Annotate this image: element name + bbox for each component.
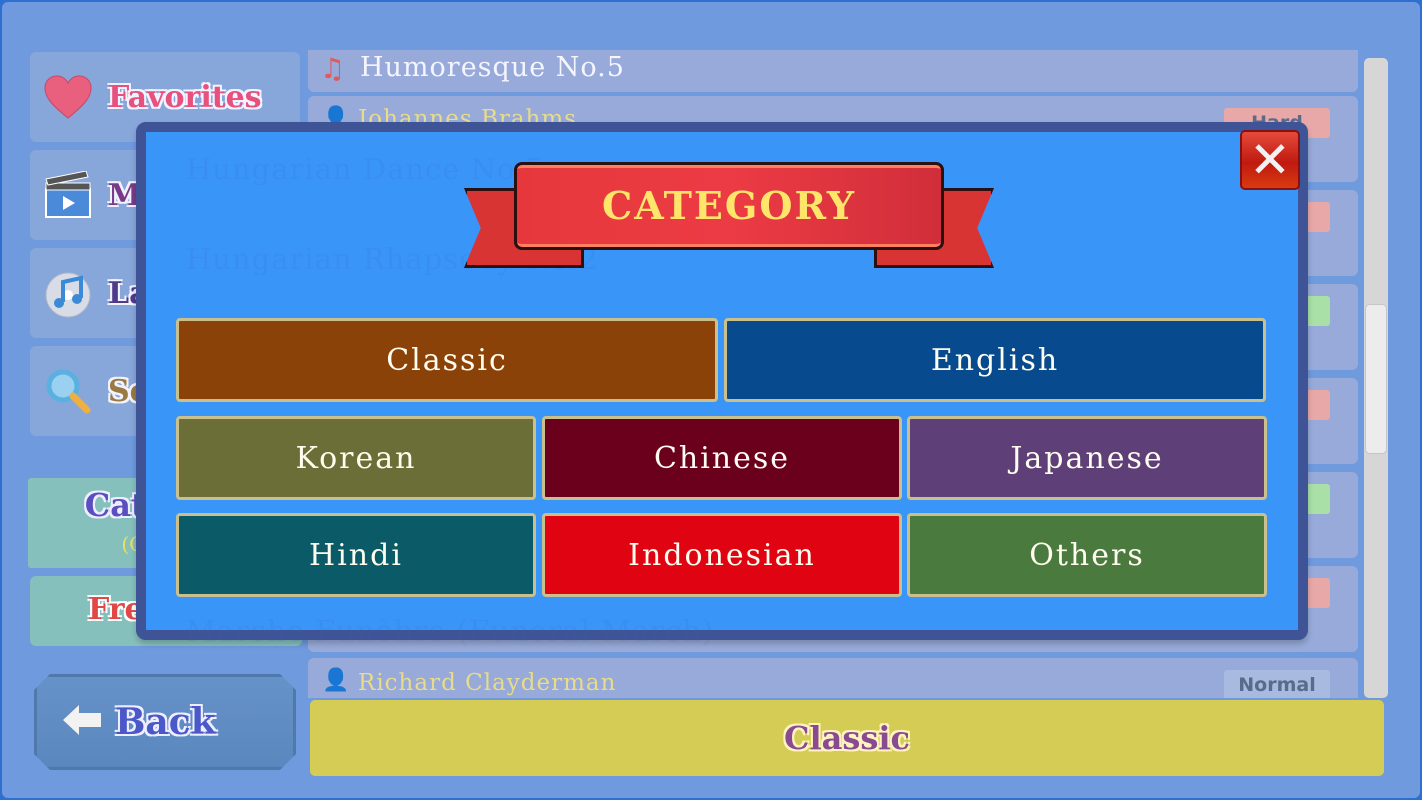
arrow-left-icon <box>63 703 103 741</box>
category-hindi-button[interactable]: Hindi <box>176 513 536 597</box>
list-item[interactable]: ♫ Humoresque No.5 <box>308 50 1358 92</box>
app-screen: Favorites Movies Latest Search Category … <box>2 2 1420 798</box>
category-indonesian-button[interactable]: Indonesian <box>542 513 902 597</box>
category-chinese-button[interactable]: Chinese <box>542 416 902 500</box>
close-button[interactable]: ✕ <box>1240 130 1300 190</box>
artist-name: Richard Clayderman <box>358 670 617 696</box>
magnifier-icon <box>38 361 98 421</box>
category-japanese-button[interactable]: Japanese <box>907 416 1267 500</box>
heart-icon <box>38 67 98 127</box>
clapperboard-icon <box>38 165 98 225</box>
modal-title: CATEGORY <box>602 183 856 228</box>
category-korean-button[interactable]: Korean <box>176 416 536 500</box>
back-button[interactable]: Back <box>34 674 296 770</box>
selected-category-label: Classic <box>783 719 911 757</box>
sidebar-label: Favorites <box>108 79 262 115</box>
back-label: Back <box>115 701 216 743</box>
list-item[interactable]: 👤 Richard Clayderman Normal <box>308 658 1358 698</box>
category-modal: Hungarian Dance No.5 Hungarian Rhapsody … <box>136 122 1308 648</box>
ribbon: CATEGORY <box>514 162 944 250</box>
category-classic-button[interactable]: Classic <box>176 318 718 402</box>
scrollbar-thumb[interactable] <box>1365 304 1387 454</box>
ghost-song-title: Marche Funèbre (Funeral March) <box>186 614 715 648</box>
music-disc-icon <box>38 263 98 323</box>
category-others-button[interactable]: Others <box>907 513 1267 597</box>
category-banner: CATEGORY <box>464 154 994 268</box>
music-note-icon: ♫ <box>320 52 346 85</box>
category-english-button[interactable]: English <box>724 318 1266 402</box>
person-icon: 👤 <box>322 668 350 693</box>
close-icon: ✕ <box>1249 131 1291 189</box>
selected-category-bar[interactable]: Classic <box>310 700 1384 776</box>
song-title: Humoresque No.5 <box>360 52 625 83</box>
difficulty-badge: Normal <box>1224 670 1330 698</box>
